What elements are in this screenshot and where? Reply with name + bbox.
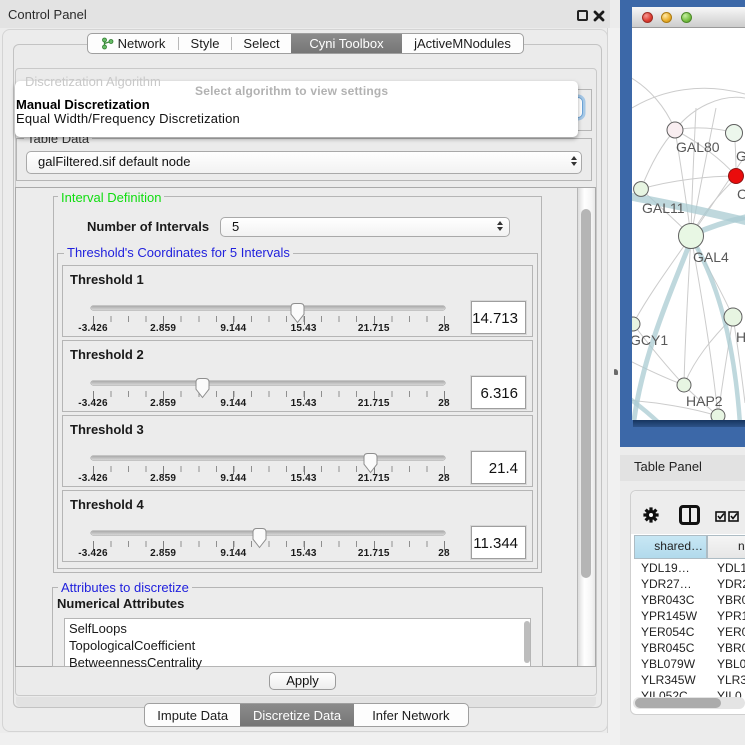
svg-text:GAL80: GAL80 [676, 139, 720, 155]
svg-text:GA: GA [736, 148, 745, 164]
svg-text:GCY1: GCY1 [632, 332, 668, 348]
svg-text:GAL4: GAL4 [693, 249, 729, 265]
svg-text:HAP2: HAP2 [686, 393, 723, 409]
svg-text:H: H [736, 329, 745, 345]
svg-text:C: C [737, 186, 745, 202]
svg-text:GAL11: GAL11 [642, 200, 685, 216]
